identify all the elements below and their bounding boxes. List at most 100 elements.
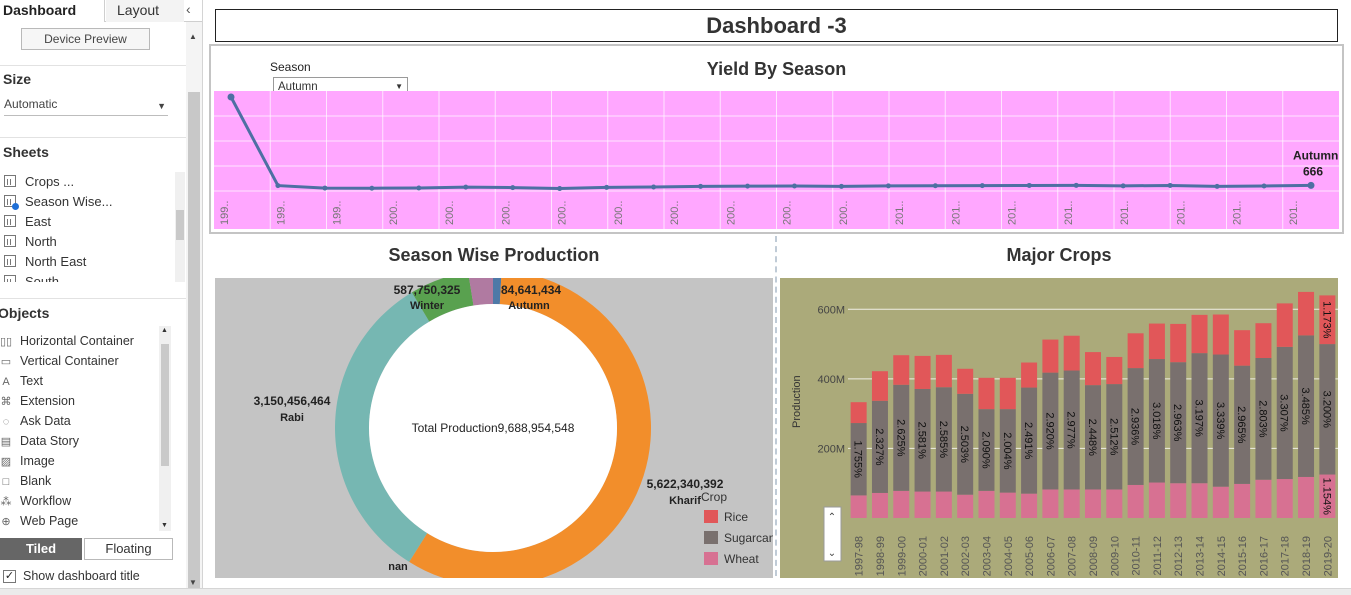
scroll-up-icon[interactable]: ▲ [161,327,168,334]
device-preview-button[interactable]: Device Preview [21,28,150,50]
bar-segment-rice [1148,323,1165,360]
caret-down-icon: ▼ [157,101,166,111]
major-crops-title: Major Crops [1006,245,1112,265]
sheet-item[interactable]: North East [4,254,86,274]
scroll-thumb[interactable] [188,92,200,592]
dashboard-canvas: Dashboard -3 Yield By Season Season Autu… [204,0,1351,595]
sheet-item[interactable]: Crops ... [4,174,74,194]
object-item[interactable]: ⌘ Extension [0,394,75,414]
bar-segment-wheat [850,495,867,518]
show-title-checkbox[interactable]: ✓ [3,570,16,583]
bar-data-label: 3.485% [1299,388,1311,426]
bar-segment-rice [914,355,931,389]
bar-segment-rice [999,377,1016,410]
object-item[interactable]: ◌ Ask Data [0,414,71,434]
sheet-label: North East [25,254,87,269]
x-tick-label: 2019-20 [1322,536,1334,576]
bar-segment-wheat [935,491,952,518]
object-item[interactable]: ▯▯ Horizontal Container [0,334,134,354]
dashboard-side-panel: Dashboard Layout ‹ Device Preview Size A… [0,0,203,595]
collapse-panel-icon[interactable]: ‹ [186,1,191,17]
tab-dashboard[interactable]: Dashboard [0,0,105,22]
show-title-label: Show dashboard title [23,569,140,583]
bar-segment-wheat [1148,482,1165,518]
side-panel-scrollbar[interactable]: ▲ ▼ [186,22,202,595]
object-label: Ask Data [20,414,71,428]
tab-layout[interactable]: Layout [106,0,184,22]
bar-segment-rice [1298,291,1315,336]
bar-data-label: 2.977% [1065,411,1077,449]
yield-point [227,93,235,101]
yield-point [1026,182,1032,188]
sheet-item[interactable]: South [4,274,59,282]
divider [0,137,186,138]
bar-data-label: 2.004% [1001,432,1013,470]
object-item[interactable]: □ Blank [0,474,52,494]
x-tick-label: 2011-12 [1152,536,1164,576]
yield-value-label: 666 [1303,164,1323,178]
x-tick-label: 2010-11 [1131,536,1143,576]
sheet-item[interactable]: North [4,234,57,254]
x-tick-label: 200.. [669,201,681,225]
y-tick-label: 600M [817,304,845,316]
bar-segment-rice [1106,356,1123,385]
object-item[interactable]: A Text [0,374,43,394]
bar-data-label: 3.197% [1193,400,1205,438]
bar-data-label: 3.339% [1214,402,1226,440]
yield-point [932,183,938,189]
object-item[interactable]: ⁂ Workflow [0,494,72,514]
bar-segment-wheat [999,492,1016,518]
text-icon: A [2,376,10,388]
object-item[interactable]: ⊕ Web Page [0,514,78,534]
sheet-label: East [25,214,52,229]
objects-scrollbar[interactable]: ▲ ▼ [159,326,171,531]
scroll-up-icon[interactable]: ▲ [189,32,197,41]
scroll-down-icon[interactable]: ▼ [161,522,168,529]
yield-chart-title: Yield By Season [706,59,847,79]
bar-segment-rice [1255,323,1272,358]
bar-data-label: 2.512% [1107,418,1119,456]
sheet-label: Crops ... [25,174,75,189]
object-label: Image [20,454,55,468]
object-item[interactable]: ▤ Data Story [0,434,79,454]
yield-point [791,183,797,189]
side-tabs: Dashboard Layout ‹ [0,0,202,22]
bar-segment-wheat [1212,486,1229,518]
x-tick-label: 200.. [500,201,512,225]
scroll-down-icon[interactable]: ▼ [189,578,197,587]
bar-data-label: 2.803% [1256,400,1268,438]
object-item[interactable]: ▭ Vertical Container [0,354,119,374]
yield-line-chart[interactable]: 199.. 199.. 199.. 200.. 200.. 200.. 200.. 200..… [214,91,1339,229]
slice-value-label: 587,750,325 [394,283,461,297]
y-tick-label: 400M [817,374,845,386]
season-donut-chart[interactable]: Total Production9,688,954,548 84,641,434 A… [215,278,773,578]
x-tick-label: 2016-17 [1258,536,1270,576]
scroll-thumb[interactable] [161,344,169,466]
sheet-item[interactable]: East [4,214,51,234]
sheets-scrollbar[interactable] [175,172,185,282]
bar-segment-rice [871,371,888,401]
sheet-item[interactable]: Season Wise... [4,194,112,214]
bar-data-label: 2.581% [916,422,928,460]
yield-point [275,183,281,189]
size-dropdown[interactable]: Automatic ▼ [4,96,168,116]
bar-segment-rice [1042,339,1059,373]
legend-label: Rice [724,510,748,524]
floating-button[interactable]: Floating [84,538,173,560]
x-tick-label: 2001-02 [939,536,951,576]
yield-point [1120,183,1126,189]
donut-center-label: Total Production9,688,954,548 [412,421,575,435]
yield-point [1167,182,1173,188]
yield-point [510,185,516,191]
worksheet-icon [4,235,16,247]
major-crops-bar-chart[interactable]: 600M 400M 200M Production 1.755% 1997-98 2.327… [780,278,1338,578]
bar-segment-wheat [893,490,910,518]
slice-name-label: nan [388,561,408,573]
object-item[interactable]: ▨ Image [0,454,55,474]
object-label: Workflow [20,494,72,508]
scroll-thumb[interactable] [176,210,184,240]
x-tick-label: 2005-06 [1024,536,1036,576]
bar-segment-wheat [871,492,888,518]
yield-point [1261,183,1267,189]
tiled-button[interactable]: Tiled [0,538,82,560]
